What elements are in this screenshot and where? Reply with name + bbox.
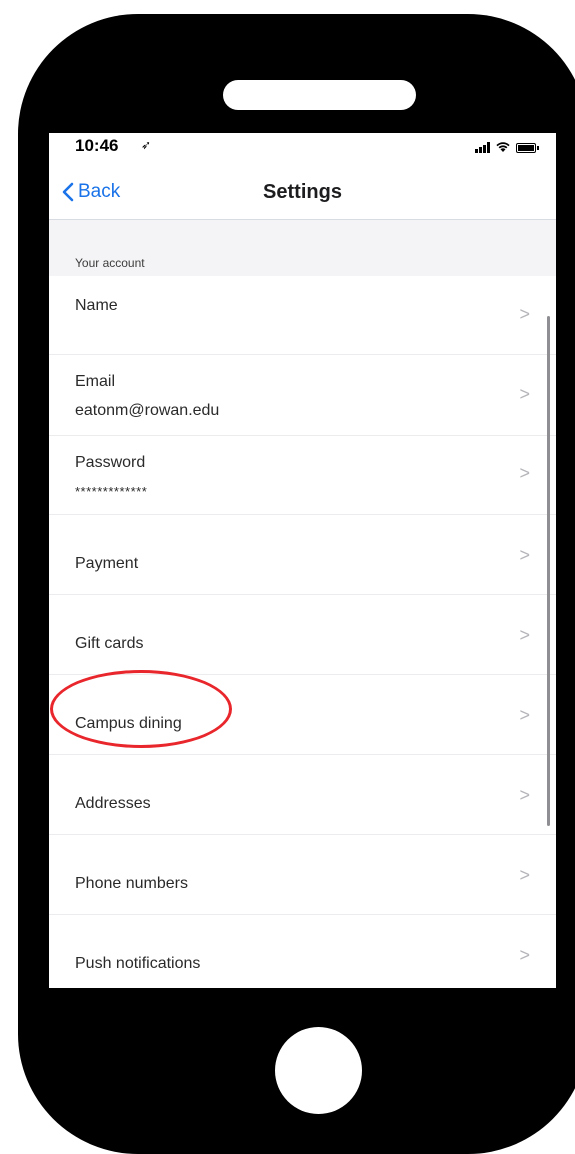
section-header-label: Your account (75, 256, 145, 270)
row-label: Push notifications (75, 955, 201, 972)
battery-icon (516, 143, 539, 153)
chevron-right-icon: > (519, 785, 530, 805)
location-arrow-icon: ➶ (141, 138, 152, 152)
row-label: Name (75, 297, 118, 314)
settings-row-payment[interactable]: Payment > (49, 515, 556, 595)
chevron-right-icon: > (519, 945, 530, 965)
home-button[interactable] (275, 1027, 362, 1114)
chevron-right-icon: > (519, 384, 530, 404)
chevron-right-icon: > (519, 463, 530, 483)
row-label: Email (75, 373, 116, 390)
cellular-signal-icon (475, 142, 490, 153)
settings-row-push-notifications[interactable]: Push notifications > (49, 915, 556, 988)
email-value: eatonm@rowan.edu (75, 402, 220, 419)
status-time: 10:46 (75, 136, 119, 155)
navigation-bar: Back Settings (49, 159, 556, 220)
settings-row-addresses[interactable]: Addresses > (49, 755, 556, 835)
chevron-right-icon: > (519, 625, 530, 645)
settings-row-campus-dining[interactable]: Campus dining > (49, 675, 556, 755)
row-label: Password (75, 454, 146, 471)
scrollbar[interactable] (547, 316, 550, 826)
settings-row-email[interactable]: Email eatonm@rowan.edu > (49, 355, 556, 436)
chevron-right-icon: > (519, 545, 530, 565)
chevron-right-icon: > (519, 304, 530, 324)
speaker-slot (223, 80, 416, 110)
phone-screen: 10:46 ➶ Back Settings Your account Name … (49, 133, 556, 988)
chevron-right-icon: > (519, 865, 530, 885)
settings-row-name[interactable]: Name > (49, 276, 556, 355)
row-label: Payment (75, 555, 139, 572)
row-label: Addresses (75, 795, 151, 812)
settings-list: Your account Name > Email eatonm@rowan.e… (49, 220, 556, 988)
settings-row-password[interactable]: Password ************* > (49, 436, 556, 515)
status-icons (475, 139, 539, 153)
status-bar: 10:46 ➶ (49, 133, 556, 159)
settings-row-gift-cards[interactable]: Gift cards > (49, 595, 556, 675)
row-label: Phone numbers (75, 875, 188, 892)
wifi-icon (495, 141, 511, 153)
section-header: Your account (49, 220, 556, 276)
page-title: Settings (263, 181, 342, 203)
row-label: Campus dining (75, 715, 182, 732)
password-value: ************* (75, 484, 148, 499)
settings-row-phone-numbers[interactable]: Phone numbers > (49, 835, 556, 915)
row-label: Gift cards (75, 635, 144, 652)
chevron-right-icon: > (519, 705, 530, 725)
